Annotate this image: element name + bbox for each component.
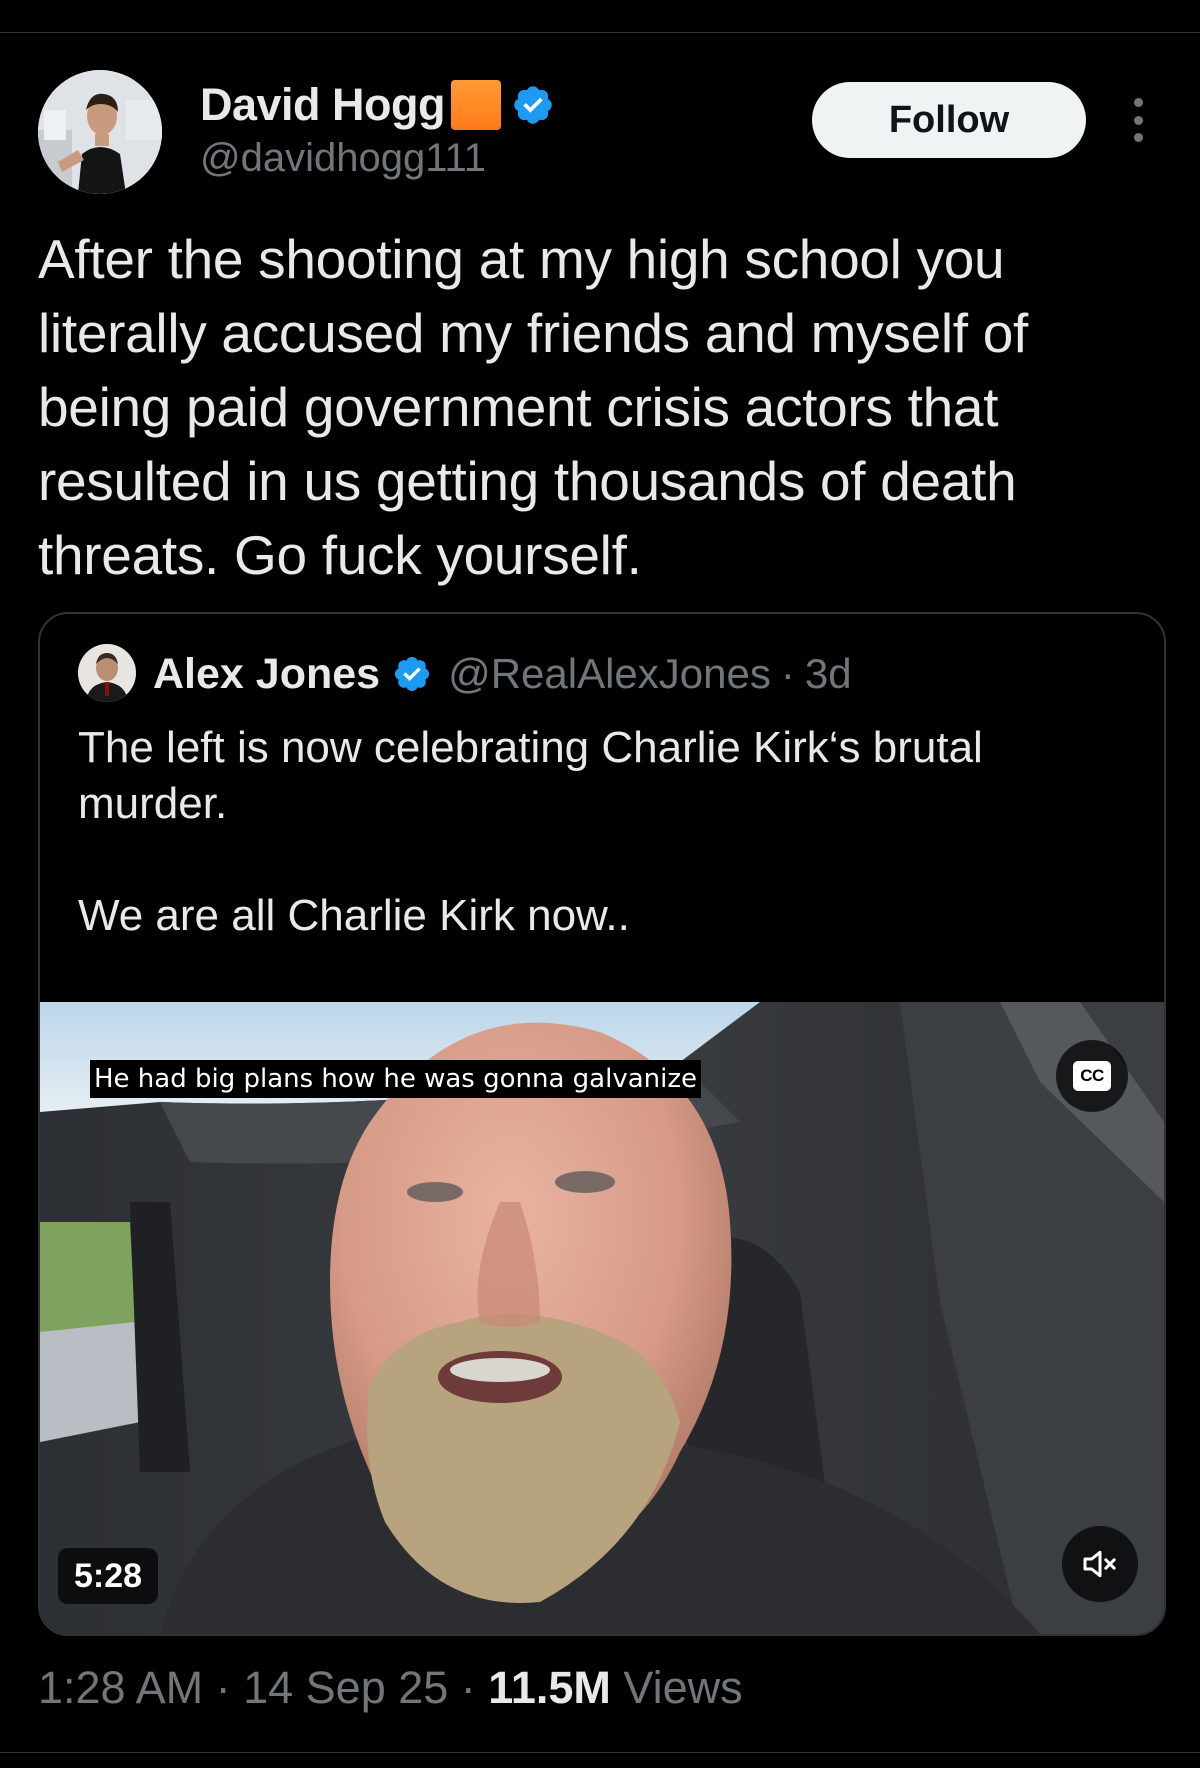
- views-label: Views: [610, 1662, 743, 1713]
- separator-dot: ·: [203, 1662, 244, 1713]
- post-date[interactable]: 14 Sep 25: [243, 1662, 448, 1713]
- speaker-muted-icon: [1083, 1550, 1116, 1578]
- quoted-author-handle[interactable]: @RealAlexJones: [448, 650, 771, 698]
- orange-square-emoji: [451, 80, 502, 130]
- closed-captions-button[interactable]: CC: [1056, 1040, 1128, 1112]
- quoted-author-avatar-image: [78, 644, 136, 702]
- views-count[interactable]: 11.5M: [488, 1662, 611, 1713]
- quoted-author-avatar[interactable]: [78, 644, 136, 702]
- video-duration: 5:28: [58, 1548, 159, 1604]
- author-name-row: David Hogg: [200, 76, 555, 134]
- bottom-divider: [0, 1752, 1200, 1753]
- author-handle[interactable]: @davidhogg111: [200, 136, 486, 181]
- author-display-name[interactable]: David Hogg: [200, 79, 446, 131]
- quoted-post-text: The left is now celebrating Charlie Kirk…: [78, 723, 983, 940]
- quoted-author-name[interactable]: Alex Jones: [153, 650, 380, 699]
- verified-badge-icon: [394, 656, 430, 692]
- author-avatar[interactable]: [38, 70, 162, 194]
- post-time[interactable]: 1:28 AM: [38, 1662, 203, 1713]
- closed-captions-icon: CC: [1073, 1061, 1111, 1091]
- post-meta: 1:28 AM · 14 Sep 25 · 11.5M Views: [38, 1660, 743, 1716]
- quoted-post-time[interactable]: 3d: [805, 650, 852, 698]
- author-avatar-image: [38, 70, 162, 194]
- post-text: After the shooting at my high school you…: [38, 228, 1044, 586]
- top-divider: [0, 32, 1200, 33]
- separator-dot: ·: [448, 1662, 489, 1713]
- mute-button[interactable]: [1062, 1526, 1138, 1602]
- more-vertical-icon[interactable]: [1126, 98, 1150, 142]
- verified-badge-icon: [514, 86, 552, 124]
- video-caption: He had big plans how he was gonna galvan…: [90, 1060, 701, 1098]
- follow-button[interactable]: Follow: [812, 82, 1086, 158]
- quoted-post-card[interactable]: Alex Jones @RealAlexJones · 3d The left …: [38, 612, 1166, 1636]
- video-player[interactable]: He had big plans how he was gonna galvan…: [40, 1002, 1164, 1634]
- separator-dot: ·: [780, 650, 795, 697]
- quoted-post-header: Alex Jones @RealAlexJones · 3d: [153, 644, 852, 704]
